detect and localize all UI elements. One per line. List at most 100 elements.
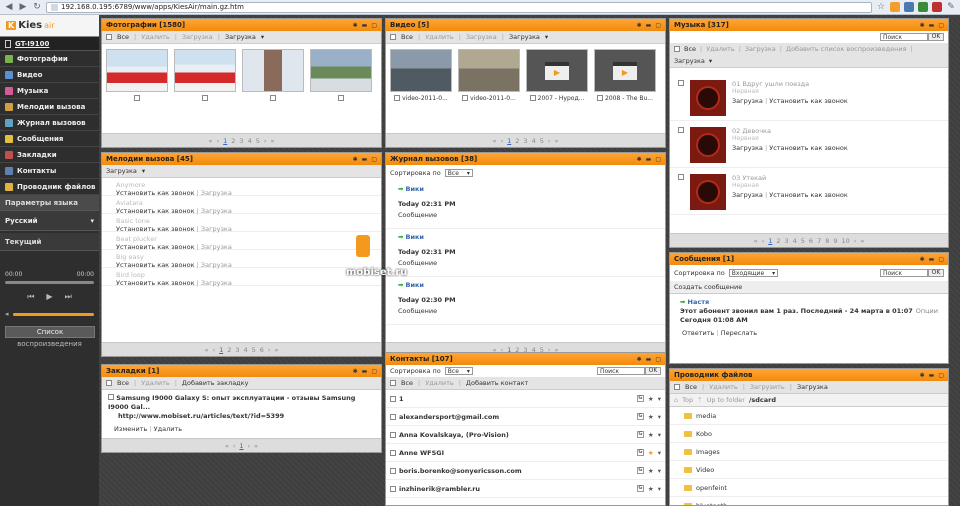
page-link[interactable]: 2: [227, 346, 231, 354]
video-checkbox[interactable]: [394, 95, 401, 101]
folder-item[interactable]: openfeint: [670, 479, 948, 497]
maximize-icon[interactable]: ▢: [371, 368, 377, 375]
minimize-icon[interactable]: ▬: [646, 356, 652, 363]
wrench-icon[interactable]: ✎: [946, 2, 956, 12]
first-page-icon[interactable]: «: [225, 442, 229, 450]
star-icon[interactable]: ★: [648, 467, 654, 475]
select-all-checkbox[interactable]: [674, 46, 680, 52]
ringtone-download-link[interactable]: Загрузка: [201, 261, 232, 269]
maximize-icon[interactable]: ▢: [655, 156, 661, 163]
first-page-icon[interactable]: «: [209, 137, 213, 145]
prev-page-icon[interactable]: ‹: [233, 442, 236, 450]
delete-button[interactable]: Удалить: [141, 379, 169, 387]
last-page-icon[interactable]: »: [270, 137, 274, 145]
settings-icon[interactable]: ✱: [920, 256, 925, 263]
select-all-checkbox[interactable]: [390, 34, 396, 40]
settings-icon[interactable]: ✱: [920, 22, 925, 29]
maximize-icon[interactable]: ▢: [938, 22, 944, 29]
download-button[interactable]: Загрузка: [106, 167, 137, 175]
folder-item[interactable]: Video: [670, 461, 948, 479]
minimize-icon[interactable]: ▬: [646, 22, 652, 29]
volume-slider[interactable]: [12, 312, 94, 316]
add-bookmark-button[interactable]: Добавить закладку: [182, 379, 249, 387]
star-icon[interactable]: ★: [648, 485, 654, 493]
edit-link[interactable]: Изменить: [114, 425, 147, 433]
next-page-icon[interactable]: ›: [248, 442, 251, 450]
settings-icon[interactable]: ✱: [353, 368, 358, 375]
photo-checkbox[interactable]: [338, 95, 344, 101]
search-input[interactable]: Поиск: [880, 269, 928, 277]
contact-item[interactable]: Anne WFSGI G ★ ▾: [386, 444, 665, 462]
upload-button[interactable]: Загрузка: [182, 33, 213, 41]
message-link[interactable]: Сообщение: [398, 306, 653, 317]
page-link[interactable]: 6: [260, 346, 264, 354]
sidebar-item[interactable]: Фотографии: [0, 51, 99, 67]
track-checkbox[interactable]: [678, 80, 684, 86]
download-button[interactable]: Загрузка: [674, 57, 705, 65]
extension-icon[interactable]: [932, 2, 942, 12]
first-page-icon[interactable]: «: [204, 346, 208, 354]
page-link[interactable]: 1: [219, 346, 223, 354]
back-icon[interactable]: ◀: [4, 2, 14, 12]
star-icon[interactable]: ★: [648, 449, 654, 457]
maximize-icon[interactable]: ▢: [938, 256, 944, 263]
maximize-icon[interactable]: ▢: [371, 22, 377, 29]
set-ringtone-link[interactable]: Установить как звонок: [116, 261, 195, 269]
settings-icon[interactable]: ✱: [637, 22, 642, 29]
track-item[interactable]: 01 Вдруг ушли поезда Нервная Загрузка | Ус…: [670, 74, 948, 121]
delete-button[interactable]: Удалить: [425, 379, 453, 387]
reload-icon[interactable]: ↻: [32, 2, 42, 12]
remove-link[interactable]: Удалить: [154, 425, 182, 433]
last-page-icon[interactable]: »: [860, 237, 864, 245]
sidebar-item[interactable]: Контакты: [0, 163, 99, 179]
prev-page-icon[interactable]: ‹: [762, 237, 765, 245]
settings-icon[interactable]: ✱: [353, 156, 358, 163]
create-message-button[interactable]: Создать сообщение: [674, 283, 742, 291]
first-page-icon[interactable]: «: [754, 237, 758, 245]
page-link[interactable]: 8: [825, 237, 829, 245]
contact-item[interactable]: alexandersport@gmail.com G ★ ▾: [386, 408, 665, 426]
ringtone-item[interactable]: Aviatara Установить как звонок | Загрузка: [102, 196, 381, 215]
address-bar[interactable]: 192.168.0.195:6789/www/apps/KiesAir/main…: [46, 1, 872, 13]
delete-button[interactable]: Удалить: [709, 383, 737, 391]
track-download-link[interactable]: Загрузка: [732, 191, 763, 199]
page-link[interactable]: 5: [801, 237, 805, 245]
contact-checkbox[interactable]: [390, 449, 396, 456]
download-icon[interactable]: [918, 2, 928, 12]
video-checkbox[interactable]: [462, 95, 469, 101]
select-all-checkbox[interactable]: [674, 384, 680, 390]
set-ringtone-link[interactable]: Установить как звонок: [116, 243, 195, 251]
track-item[interactable]: 03 Утекай Нервная Загрузка | Установить ка…: [670, 168, 948, 215]
language-select[interactable]: Русский ▾: [0, 211, 99, 231]
contact-item[interactable]: inzhinerik@rambler.ru G ★ ▾: [386, 480, 665, 498]
select-all-checkbox[interactable]: [390, 380, 396, 386]
photo-thumb[interactable]: [174, 49, 236, 101]
last-page-icon[interactable]: »: [254, 442, 258, 450]
next-page-icon[interactable]: ›: [854, 237, 857, 245]
next-page-icon[interactable]: ›: [268, 346, 271, 354]
forward-icon[interactable]: ▶: [18, 2, 28, 12]
message-link[interactable]: Сообщение: [398, 210, 653, 221]
extension-icon[interactable]: [890, 2, 900, 12]
sidebar-item[interactable]: Сообщения: [0, 131, 99, 147]
select-all-checkbox[interactable]: [106, 380, 112, 386]
contact-item[interactable]: 1 G ★ ▾: [386, 390, 665, 408]
last-page-icon[interactable]: »: [275, 346, 279, 354]
contact-checkbox[interactable]: [390, 485, 396, 492]
prev-page-icon[interactable]: ‹: [501, 137, 504, 145]
ringtone-download-link[interactable]: Загрузка: [201, 225, 232, 233]
video-thumb[interactable]: ▶ 2007 - Нурод...: [526, 49, 588, 102]
search-input[interactable]: Поиск: [597, 367, 645, 375]
page-link[interactable]: 6: [809, 237, 813, 245]
page-link[interactable]: 1: [768, 237, 772, 245]
page-link[interactable]: 1: [507, 137, 511, 145]
upload-button[interactable]: Загрузка: [745, 45, 776, 53]
device-link[interactable]: GT-I9100: [0, 37, 99, 51]
ringtone-download-link[interactable]: Загрузка: [201, 279, 232, 287]
settings-icon[interactable]: ✱: [920, 372, 925, 379]
page-link[interactable]: 5: [252, 346, 256, 354]
sidebar-item[interactable]: Видео: [0, 67, 99, 83]
play-icon[interactable]: ▶: [46, 292, 52, 302]
page-link[interactable]: 3: [239, 137, 243, 145]
delete-button[interactable]: Удалить: [425, 33, 453, 41]
